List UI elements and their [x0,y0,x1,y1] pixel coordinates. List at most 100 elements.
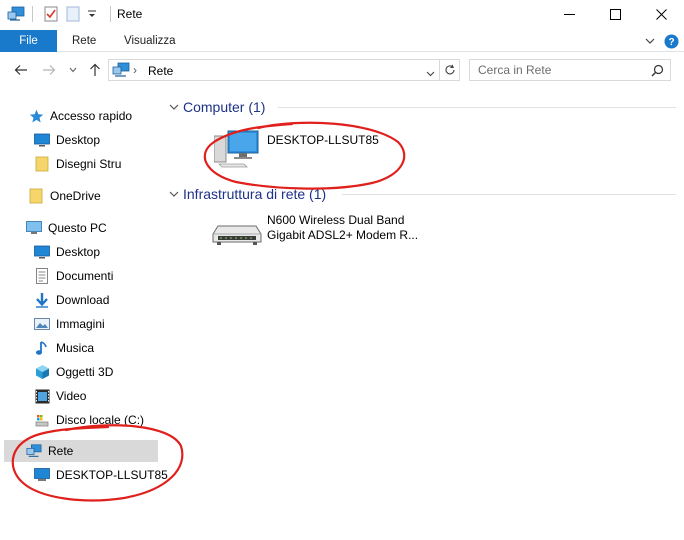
window-title: Rete [117,7,143,21]
nav-label: Disegni Stru [56,157,122,171]
ribbon-expand-icon[interactable] [642,33,658,49]
router-icon [212,222,262,251]
search-input[interactable] [470,60,650,80]
folder-icon [34,156,50,172]
svg-text:?: ? [668,37,674,48]
nav-desktop[interactable]: Desktop [34,241,100,263]
search-icon[interactable] [651,64,664,80]
folder-icon [28,188,44,204]
tab-rete[interactable]: Rete [72,30,96,52]
nav-download[interactable]: Download [34,289,109,311]
nav-onedrive[interactable]: OneDrive [28,185,101,207]
document-icon [34,268,50,284]
computer-icon [213,130,260,171]
nav-label: OneDrive [50,189,101,203]
nav-label: Desktop [56,245,101,259]
item-label-line-1: N600 Wireless Dual Band [267,213,405,227]
nav-label: Documenti [56,269,114,283]
cube-icon [34,364,50,380]
search-box[interactable] [469,59,671,81]
refresh-button[interactable] [440,59,460,81]
minimize-button[interactable] [546,0,592,28]
star-icon [28,108,44,124]
chevron-down-icon [69,67,77,73]
breadcrumb-separator[interactable]: › [133,63,137,77]
tab-visualizza[interactable]: Visualizza [124,30,176,52]
pictures-icon [34,316,50,332]
arrow-left-icon [14,65,27,75]
navigation-pane: Accesso rapido Desktop Disegni Stru OneD… [0,92,168,540]
close-icon [655,8,667,20]
nav-label: Disco locale (C:) [56,413,145,427]
desktop-icon [34,244,50,260]
computer-icon [34,467,50,483]
nav-rete[interactable]: Rete [4,440,158,462]
nav-desktop-llsut85[interactable]: DESKTOP-LLSUT85 [34,464,168,486]
up-button[interactable] [86,61,104,79]
maximize-icon [609,8,621,20]
music-icon [34,340,50,356]
network-window-icon[interactable] [6,4,26,24]
nav-label: Oggetti 3D [56,365,114,379]
minimize-icon [563,13,575,15]
content-item-router[interactable]: N600 Wireless Dual Band Gigabit ADSL2+ M… [212,212,432,252]
nav-label: Rete [48,444,74,458]
quick-access-separator [32,6,33,22]
nav-disco-locale[interactable]: Disco locale (C:) [34,409,144,431]
computer-icon [26,220,42,236]
customize-toolbar-icon[interactable] [85,4,99,24]
title-separator [110,6,111,22]
arrow-right-icon [43,65,56,75]
help-icon[interactable]: ? [663,33,679,49]
group-infrastruttura[interactable]: Infrastruttura di rete (1) [168,184,326,204]
content-item-computer[interactable]: DESKTOP-LLSUT85 [213,128,424,171]
chevron-down-icon [168,188,180,200]
item-label: DESKTOP-LLSUT85 [267,133,379,147]
ribbon: File Rete Visualizza ? [0,30,684,52]
video-icon [34,388,50,404]
nav-accesso-rapido[interactable]: Accesso rapido [28,105,132,127]
forward-button[interactable] [40,61,58,79]
refresh-icon [445,64,455,75]
nav-label: Musica [56,341,95,355]
address-bar[interactable]: › Rete [108,59,440,81]
properties-icon[interactable] [42,4,60,24]
title-bar: Rete [0,0,684,28]
nav-label: Desktop [56,133,101,147]
nav-label: Video [56,389,87,403]
back-button[interactable] [12,61,30,79]
nav-musica[interactable]: Musica [34,337,94,359]
item-label-line-2: Gigabit ADSL2+ Modem R... [267,228,419,242]
nav-oggetti-3d[interactable]: Oggetti 3D [34,361,113,383]
nav-label: Download [56,293,110,307]
nav-disegni-stru[interactable]: Disegni Stru [34,153,121,175]
group-title: Infrastruttura di rete (1) [183,186,327,202]
group-computer[interactable]: Computer (1) [168,97,265,117]
nav-immagini[interactable]: Immagini [34,313,105,335]
drive-icon [34,412,50,428]
network-icon [112,62,130,78]
network-icon [26,443,42,459]
desktop-icon [34,132,50,148]
maximize-button[interactable] [592,0,638,28]
recent-locations-button[interactable] [66,61,80,79]
chevron-down-icon [168,101,180,113]
breadcrumb-rete[interactable]: Rete [148,64,173,78]
arrow-up-icon [90,63,100,76]
nav-video[interactable]: Video [34,385,86,407]
close-button[interactable] [638,0,684,28]
nav-documenti[interactable]: Documenti [34,265,113,287]
tab-file[interactable]: File [0,30,57,52]
group-title: Computer (1) [183,99,266,115]
group-divider [278,107,676,108]
nav-questo-pc[interactable]: Questo PC [26,217,107,239]
nav-label: Immagini [56,317,105,331]
address-dropdown-icon[interactable] [426,66,435,80]
download-icon [34,292,50,308]
nav-desktop-quick[interactable]: Desktop [34,129,100,151]
nav-label: Questo PC [48,221,107,235]
nav-label: DESKTOP-LLSUT85 [56,468,168,482]
new-folder-icon[interactable] [64,4,82,24]
group-divider [342,194,676,195]
nav-label: Accesso rapido [50,109,133,123]
